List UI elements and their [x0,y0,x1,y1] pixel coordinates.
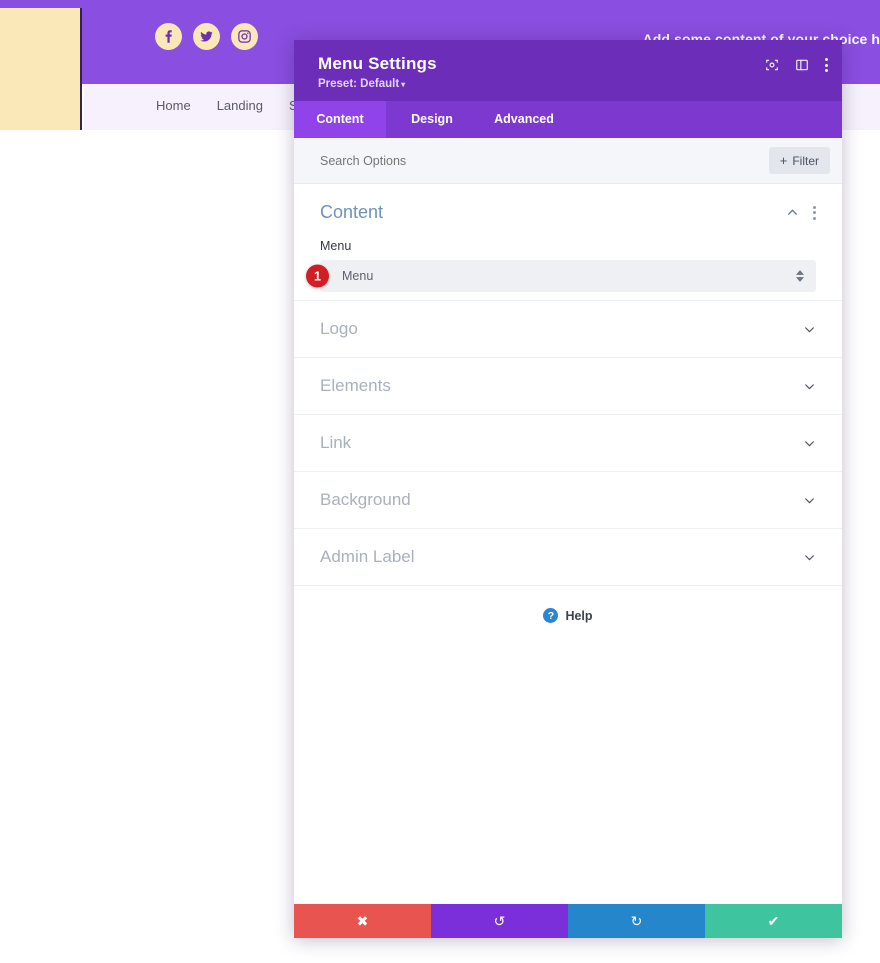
page-title: Menu Settings [318,54,437,73]
section-admin-label[interactable]: Admin Label [294,528,842,585]
section-logo-title: Logo [320,319,358,338]
chevron-down-icon[interactable] [803,323,816,336]
focus-target-icon[interactable] [765,58,779,72]
page-root: Add some content of your choice h Home L… [0,0,880,963]
social-icon-row [155,23,258,50]
more-options-icon[interactable] [825,58,828,72]
chevron-up-icon[interactable] [786,206,799,219]
section-background-title: Background [320,490,411,509]
instagram-icon[interactable] [231,23,258,50]
plus-icon: + [779,153,788,168]
section-link-title: Link [320,433,352,452]
preset-label: Preset: Default [318,78,400,90]
chevron-down-icon: ▾ [401,80,406,89]
cancel-button[interactable]: ✖ [294,904,431,938]
search-input[interactable] [320,153,700,168]
chevron-down-icon[interactable] [803,380,816,393]
section-content: Content Menu 1 Menu [294,184,842,300]
layout-panel-icon[interactable] [795,58,809,72]
help-label: Help [565,608,593,623]
section-admin-label-title: Admin Label [320,547,415,566]
modal-footer: ✖ ↺ ↻ ✔ [294,904,842,938]
facebook-icon[interactable] [155,23,182,50]
section-more-options-icon[interactable] [813,205,816,220]
section-link[interactable]: Link [294,414,842,471]
section-elements-title: Elements [320,376,391,395]
filter-button[interactable]: + Filter [768,147,830,174]
nav-link-home[interactable]: Home [156,98,191,113]
chevron-down-icon[interactable] [803,437,816,450]
menu-field: Menu 1 Menu [306,239,816,292]
section-logo[interactable]: Logo [294,300,842,357]
section-elements[interactable]: Elements [294,357,842,414]
help-icon: ? [543,608,559,623]
site-logo-block [0,8,82,130]
menu-select[interactable]: Menu [320,260,816,292]
redo-button[interactable]: ↻ [568,904,705,938]
search-row: + Filter [294,138,842,184]
header-tools [765,58,828,72]
section-content-header[interactable]: Content [320,202,816,223]
twitter-icon[interactable] [193,23,220,50]
modal-body: Content Menu 1 Menu Logo Elements Link B… [294,184,842,904]
preset-selector[interactable]: Preset: Default ▾ [318,78,822,90]
modal-header: Menu Settings Preset: Default ▾ [294,40,842,101]
step-badge-1: 1 [306,264,329,288]
site-nav-links: Home Landing Ser [156,98,309,113]
menu-select-wrap: 1 Menu [306,260,816,292]
undo-button[interactable]: ↺ [431,904,568,938]
tab-content[interactable]: Content [294,101,386,138]
section-content-title: Content [320,202,384,222]
modal-tabs: Content Design Advanced [294,101,842,138]
menu-field-label: Menu [320,239,352,253]
filter-button-label: Filter [792,153,819,168]
menu-settings-modal: Menu Settings Preset: Default ▾ Content D… [294,40,842,938]
chevron-down-icon[interactable] [803,494,816,507]
section-background[interactable]: Background [294,471,842,528]
tab-design[interactable]: Design [386,101,478,138]
tab-advanced[interactable]: Advanced [478,101,570,138]
chevron-down-icon[interactable] [803,551,816,564]
section-content-tools [786,205,816,220]
help-row[interactable]: ? Help [294,585,842,623]
nav-link-landing[interactable]: Landing [217,98,263,113]
save-button[interactable]: ✔ [705,904,842,938]
